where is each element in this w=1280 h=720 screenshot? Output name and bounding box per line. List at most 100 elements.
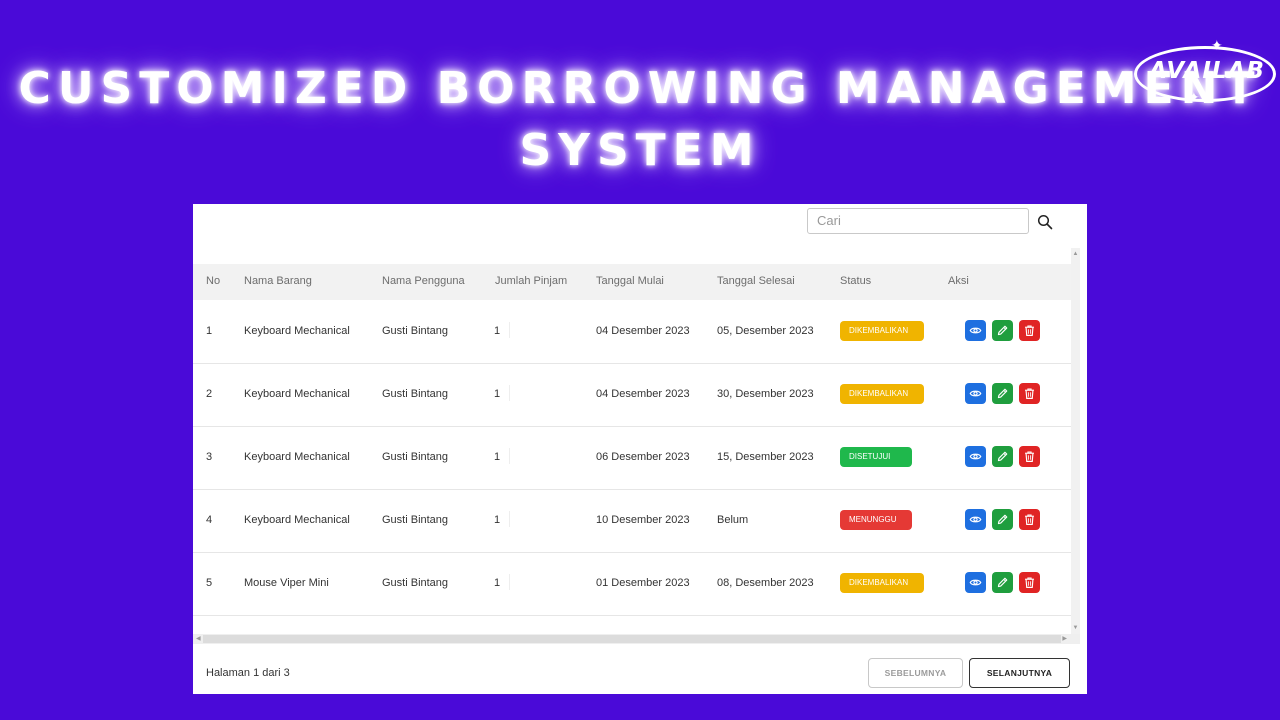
- scroll-right-icon[interactable]: ▶: [1062, 635, 1067, 642]
- column-header-user: Nama Pengguna: [382, 275, 465, 287]
- column-header-status: Status: [840, 275, 872, 287]
- eye-icon: [969, 324, 982, 337]
- cell-item-name: Keyboard Mechanical: [244, 325, 350, 337]
- cell-start-date: 04 Desember 2023: [596, 325, 690, 337]
- cell-divider: [509, 322, 510, 338]
- view-button[interactable]: [965, 509, 986, 530]
- cell-end-date: 05, Desember 2023: [717, 325, 814, 337]
- column-header-actions: Aksi: [948, 275, 969, 287]
- status-badge: DIKEMBALIKAN: [840, 321, 924, 341]
- page-title-line-2: SYSTEM: [519, 125, 761, 176]
- edit-button[interactable]: [992, 572, 1013, 593]
- search-input[interactable]: Cari: [807, 208, 1029, 234]
- cell-quantity: 1: [494, 577, 501, 589]
- cell-user-name: Gusti Bintang: [382, 577, 449, 589]
- cell-start-date: 01 Desember 2023: [596, 577, 690, 589]
- edit-button[interactable]: [992, 446, 1013, 467]
- view-button[interactable]: [965, 320, 986, 341]
- cell-end-date: Belum: [717, 514, 749, 526]
- cell-item-name: Keyboard Mechanical: [244, 514, 350, 526]
- view-button[interactable]: [965, 446, 986, 467]
- page-title-line-1: CUSTOMIZED BORROWING MANAGEMENT: [18, 63, 1262, 114]
- eye-icon: [969, 387, 982, 400]
- cell-no: 4: [206, 514, 213, 526]
- table-header: No Nama Barang Nama Pengguna Jumlah Pinj…: [193, 264, 1071, 300]
- column-header-start-date: Tanggal Mulai: [596, 275, 664, 287]
- cell-end-date: 30, Desember 2023: [717, 388, 814, 400]
- cell-user-name: Gusti Bintang: [382, 514, 449, 526]
- cell-quantity: 1: [494, 451, 501, 463]
- cell-no: 1: [206, 325, 213, 337]
- cell-end-date: 08, Desember 2023: [717, 577, 814, 589]
- delete-button[interactable]: [1019, 383, 1040, 404]
- pencil-icon: [996, 513, 1009, 526]
- sparkle-icon: ✦: [1188, 89, 1200, 105]
- column-header-no: No: [206, 275, 221, 287]
- table-row: 1 Keyboard Mechanical Gusti Bintang 1 04 Des…: [193, 300, 1071, 364]
- column-header-end-date: Tanggal Selesai: [717, 275, 795, 287]
- horizontal-scrollbar[interactable]: ◀ ▶: [193, 634, 1080, 644]
- pagination-info: Halaman 1 dari 3: [206, 667, 290, 679]
- cell-item-name: Keyboard Mechanical: [244, 451, 350, 463]
- cell-quantity: 1: [494, 325, 501, 337]
- cell-divider: [509, 511, 510, 527]
- status-badge: DIKEMBALIKAN: [840, 384, 924, 404]
- vertical-scrollbar[interactable]: ▲ ▼: [1071, 248, 1080, 634]
- delete-button[interactable]: [1019, 572, 1040, 593]
- cell-user-name: Gusti Bintang: [382, 388, 449, 400]
- eye-icon: [969, 513, 982, 526]
- cell-no: 2: [206, 388, 213, 400]
- column-header-item: Nama Barang: [244, 275, 312, 287]
- scroll-up-icon[interactable]: ▲: [1071, 251, 1080, 257]
- cell-no: 3: [206, 451, 213, 463]
- cell-quantity: 1: [494, 388, 501, 400]
- table-row: 2 Keyboard Mechanical Gusti Bintang 1 04 Des…: [193, 363, 1071, 427]
- pencil-icon: [996, 450, 1009, 463]
- availab-logo: AVAILAB ✦ ✦: [1134, 37, 1280, 106]
- cell-divider: [509, 574, 510, 590]
- eye-icon: [969, 576, 982, 589]
- borrowing-table-card: Cari No Nama Barang Nama Pengguna Jumlah…: [193, 204, 1087, 694]
- sparkle-icon: ✦: [1211, 37, 1223, 53]
- next-page-button[interactable]: SELANJUTNYA: [969, 658, 1070, 688]
- scroll-down-icon[interactable]: ▼: [1071, 625, 1080, 631]
- delete-button[interactable]: [1019, 446, 1040, 467]
- status-badge: DIKEMBALIKAN: [840, 573, 924, 593]
- edit-button[interactable]: [992, 320, 1013, 341]
- edit-button[interactable]: [992, 383, 1013, 404]
- trash-icon: [1023, 387, 1036, 400]
- trash-icon: [1023, 450, 1036, 463]
- previous-page-button[interactable]: SEBELUMNYA: [868, 658, 963, 688]
- cell-user-name: Gusti Bintang: [382, 451, 449, 463]
- cell-end-date: 15, Desember 2023: [717, 451, 814, 463]
- pencil-icon: [996, 324, 1009, 337]
- data-table: No Nama Barang Nama Pengguna Jumlah Pinj…: [193, 248, 1071, 634]
- status-badge: MENUNGGU: [840, 510, 912, 530]
- scroll-left-icon[interactable]: ◀: [196, 635, 201, 642]
- search-icon[interactable]: [1037, 214, 1053, 230]
- page-title: CUSTOMIZED BORROWING MANAGEMENT SYSTEM: [0, 58, 1280, 182]
- trash-icon: [1023, 324, 1036, 337]
- status-badge: DISETUJUI: [840, 447, 912, 467]
- cell-divider: [509, 385, 510, 401]
- pencil-icon: [996, 576, 1009, 589]
- horizontal-scroll-thumb[interactable]: [203, 635, 1061, 643]
- cell-quantity: 1: [494, 514, 501, 526]
- table-row: 5 Mouse Viper Mini Gusti Bintang 1 01 Desemb…: [193, 552, 1071, 616]
- table-row: 4 Keyboard Mechanical Gusti Bintang 1 10 Des…: [193, 489, 1071, 553]
- delete-button[interactable]: [1019, 509, 1040, 530]
- cell-start-date: 04 Desember 2023: [596, 388, 690, 400]
- pencil-icon: [996, 387, 1009, 400]
- cell-start-date: 06 Desember 2023: [596, 451, 690, 463]
- cell-divider: [509, 448, 510, 464]
- view-button[interactable]: [965, 383, 986, 404]
- table-row: 3 Keyboard Mechanical Gusti Bintang 1 06 Des…: [193, 426, 1071, 490]
- cell-item-name: Mouse Viper Mini: [244, 577, 329, 589]
- cell-item-name: Keyboard Mechanical: [244, 388, 350, 400]
- delete-button[interactable]: [1019, 320, 1040, 341]
- edit-button[interactable]: [992, 509, 1013, 530]
- column-header-qty: Jumlah Pinjam: [495, 275, 568, 287]
- eye-icon: [969, 450, 982, 463]
- view-button[interactable]: [965, 572, 986, 593]
- trash-icon: [1023, 576, 1036, 589]
